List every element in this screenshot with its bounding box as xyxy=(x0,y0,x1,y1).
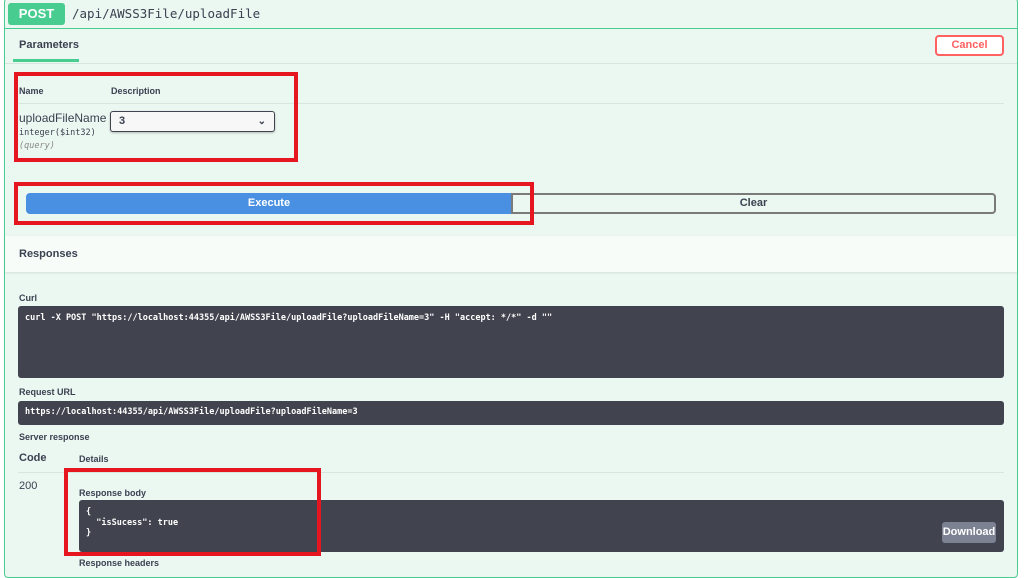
divider xyxy=(5,28,1017,29)
responses-title: Responses xyxy=(19,248,78,260)
highlight-box xyxy=(64,468,321,556)
cancel-button[interactable]: Cancel xyxy=(935,35,1004,56)
response-code: 200 xyxy=(19,480,38,492)
endpoint-path[interactable]: /api/AWSS3File/uploadFile xyxy=(72,6,260,21)
tab-underline xyxy=(13,59,79,62)
response-headers-label: Response headers xyxy=(79,558,160,568)
request-url[interactable]: https://localhost:44355/api/AWSS3File/up… xyxy=(18,401,1004,425)
curl-command[interactable]: curl -X POST "https://localhost:44355/ap… xyxy=(18,306,1004,378)
tab-parameters[interactable]: Parameters xyxy=(19,39,79,51)
responses-header xyxy=(5,236,1017,272)
method-badge[interactable]: POST xyxy=(8,3,65,25)
clear-button[interactable]: Clear xyxy=(511,193,996,214)
request-url-label: Request URL xyxy=(19,387,76,397)
divider xyxy=(5,63,1017,64)
curl-label: Curl xyxy=(19,293,37,303)
download-button[interactable]: Download xyxy=(942,522,996,543)
server-response-label: Server response xyxy=(19,432,90,442)
col-code: Code xyxy=(19,452,47,464)
col-details: Details xyxy=(79,454,109,464)
highlight-box xyxy=(14,182,534,225)
highlight-box xyxy=(14,72,298,162)
